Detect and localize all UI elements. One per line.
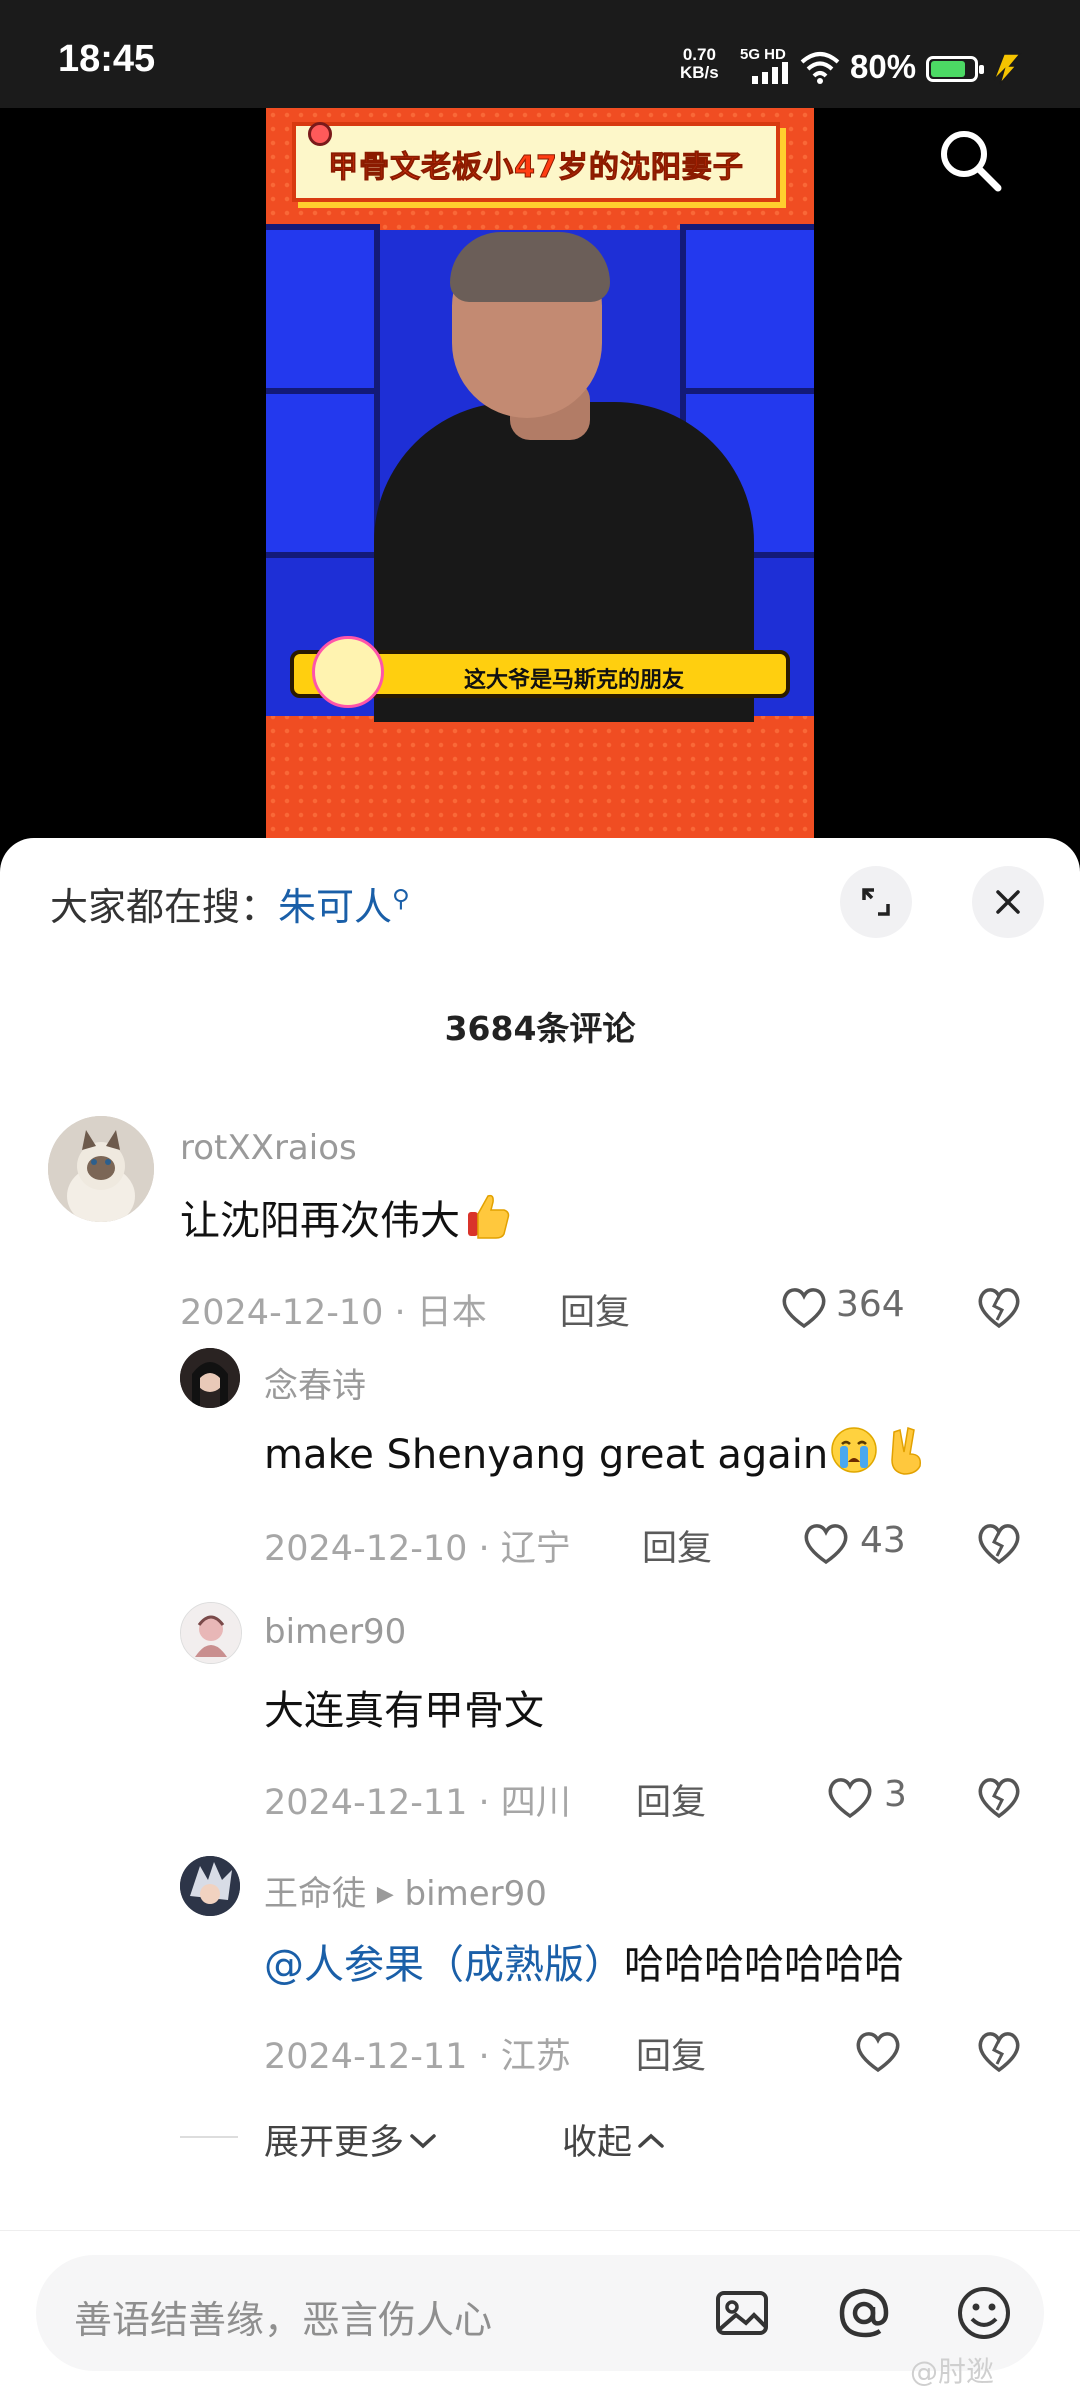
trending-keyword[interactable]: 朱可人: [278, 885, 392, 929]
network-speed-value: 0.70: [682, 45, 716, 64]
reply-location: 江苏: [500, 2037, 571, 2077]
reply-username[interactable]: 王命徒 ▶ bimer90: [264, 1866, 547, 1915]
cartoon-avatar: [312, 636, 384, 708]
reply-location: 辽宁: [500, 1529, 571, 1569]
expand-more-button[interactable]: 展开更多: [264, 2114, 438, 2165]
watermark: @肘逖: [910, 2355, 995, 2388]
video-player[interactable]: 甲骨文老板小47岁的沈阳妻子 这大爷是马斯克的朋友: [266, 108, 814, 838]
battery-percent: 80%: [850, 48, 917, 85]
status-bar: 18:45 0.70 KB/s 5G HD 80%: [0, 0, 1080, 108]
search-icon[interactable]: [934, 124, 1008, 198]
avatar[interactable]: [180, 1602, 242, 1664]
crying-face-icon: [831, 1427, 877, 1473]
reply-text: @人参果（成熟版）哈哈哈哈哈哈哈: [264, 1932, 904, 1990]
reply-author[interactable]: 王命徒: [264, 1874, 366, 1914]
stage-panel: [266, 224, 380, 394]
comment-input[interactable]: 善语结善缘，恶言伤人心: [36, 2255, 1044, 2371]
heart-icon[interactable]: [780, 1286, 828, 1330]
signal-icon: [752, 62, 788, 84]
expand-icon: [862, 888, 890, 916]
collapse-label: 收起: [562, 2123, 633, 2163]
reply-meta: 2024-12-10 · 辽宁: [264, 1529, 571, 1569]
broken-heart-icon[interactable]: [976, 2030, 1022, 2074]
reply-meta: 2024-12-11 · 四川: [264, 1783, 571, 1823]
reply-text-body: make Shenyang great again: [264, 1432, 829, 1478]
comment-text: 让沈阳再次伟大: [180, 1188, 512, 1246]
reply-button[interactable]: 回复: [636, 2028, 706, 2079]
comment-sheet: 大家都在搜：朱可人⚲ 3684条评论 rotXXraios 让沈阳再次伟大 20…: [0, 838, 1080, 2400]
reply-text-body: 哈哈哈哈哈哈哈: [624, 1942, 904, 1988]
trending-label: 大家都在搜：: [50, 885, 279, 929]
comment-input-placeholder: 善语结善缘，恶言伤人心: [74, 2298, 493, 2342]
comment-count: 3684条评论: [444, 1009, 636, 1048]
trending-search[interactable]: 大家都在搜：朱可人⚲: [50, 876, 410, 931]
like-count: 43: [860, 1520, 906, 1561]
broken-heart-icon[interactable]: [976, 1286, 1022, 1330]
expand-more-label: 展开更多: [264, 2123, 405, 2163]
like-count: 364: [836, 1284, 905, 1325]
reply-button[interactable]: 回复: [642, 1520, 712, 1571]
comment-text-body: 让沈阳再次伟大: [180, 1198, 460, 1244]
reply-date: 2024-12-11: [264, 2037, 468, 2077]
charging-icon: [993, 53, 1022, 85]
reply-button[interactable]: 回复: [636, 1774, 706, 1825]
reply-text: 大连真有甲骨文: [264, 1688, 544, 1734]
user-avatar-image: [180, 1348, 240, 1408]
comment-meta: 2024-12-10 · 日本: [180, 1293, 487, 1333]
cat-avatar-image: [48, 1116, 154, 1222]
heart-icon[interactable]: [826, 1776, 874, 1820]
comment-location: 日本: [416, 1293, 487, 1333]
close-icon: [996, 890, 1020, 914]
image-icon[interactable]: [712, 2283, 772, 2343]
network-speed: 0.70 KB/s: [680, 46, 719, 82]
reply-location: 四川: [500, 1783, 571, 1823]
like-count: 3: [884, 1774, 907, 1815]
at-icon[interactable]: [834, 2283, 894, 2343]
signal-type: 5G HD: [740, 46, 786, 63]
user-avatar-image: [180, 1856, 240, 1916]
stage-panel: [680, 224, 814, 394]
reply-meta: 2024-12-11 · 江苏: [264, 2037, 571, 2077]
search-small-icon: ⚲: [392, 884, 410, 913]
mention-link[interactable]: @人参果（成熟版）: [264, 1942, 624, 1988]
divider: [180, 2136, 238, 2138]
network-speed-unit: KB/s: [680, 63, 719, 82]
video-title-banner: 甲骨文老板小47岁的沈阳妻子: [292, 122, 780, 202]
heart-icon[interactable]: [802, 1522, 850, 1566]
wifi-icon: [800, 52, 840, 84]
reply-username[interactable]: 念春诗: [264, 1358, 366, 1407]
avatar[interactable]: [48, 1116, 154, 1222]
reply-username[interactable]: bimer90: [264, 1612, 406, 1652]
emoji-icon[interactable]: [954, 2283, 1014, 2343]
battery-icon: [926, 56, 984, 82]
chevron-up-icon: [638, 2133, 664, 2148]
user-avatar-image: [181, 1603, 241, 1663]
reply-button[interactable]: 回复: [560, 1284, 630, 1335]
close-button[interactable]: [972, 866, 1044, 938]
reply-date: 2024-12-11: [264, 1783, 468, 1823]
broken-heart-icon[interactable]: [976, 1776, 1022, 1820]
battery-level: [931, 61, 965, 77]
reply-text: make Shenyang great again: [264, 1424, 932, 1478]
thumbs-up-icon: [468, 1194, 510, 1239]
video-title: 甲骨文老板小47岁的沈阳妻子: [328, 150, 744, 186]
collapse-button[interactable]: 收起: [562, 2114, 666, 2165]
heart-icon[interactable]: [854, 2030, 902, 2074]
video-subtitle: 这大爷是马斯克的朋友: [464, 668, 685, 693]
comment-username[interactable]: rotXXraios: [180, 1128, 357, 1168]
broken-heart-icon[interactable]: [976, 1522, 1022, 1566]
avatar[interactable]: [180, 1856, 240, 1916]
expand-button[interactable]: [840, 866, 912, 938]
victory-hand-icon: [891, 1427, 922, 1475]
reply-target[interactable]: bimer90: [405, 1874, 547, 1914]
comment-date: 2024-12-10: [180, 1293, 384, 1333]
speaker-hair: [450, 232, 610, 302]
reply-arrow-icon: ▶: [376, 1882, 394, 1907]
avatar[interactable]: [180, 1348, 240, 1408]
stage-panel: [266, 388, 380, 558]
status-time: 18:45: [58, 38, 156, 80]
reply-date: 2024-12-10: [264, 1529, 468, 1569]
chevron-down-icon: [410, 2134, 436, 2149]
